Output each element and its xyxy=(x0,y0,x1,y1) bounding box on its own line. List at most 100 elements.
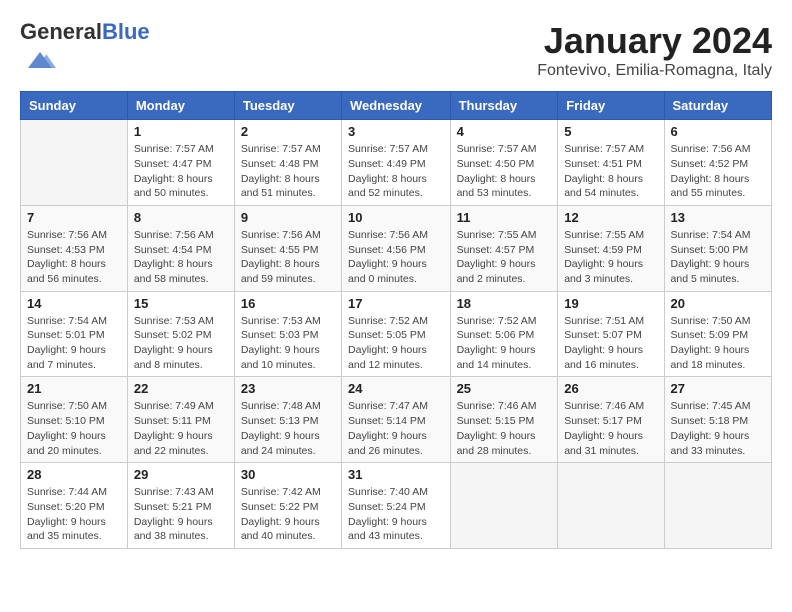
day-number: 11 xyxy=(457,210,552,225)
calendar-cell: 6 Sunrise: 7:56 AMSunset: 4:52 PMDaylight… xyxy=(664,120,771,206)
calendar-week-row: 21 Sunrise: 7:50 AMSunset: 5:10 PMDayligh… xyxy=(21,377,772,463)
day-info: Sunrise: 7:50 AMSunset: 5:09 PMDaylight:… xyxy=(671,314,765,373)
day-info: Sunrise: 7:46 AMSunset: 5:15 PMDaylight:… xyxy=(457,399,552,458)
calendar-cell xyxy=(664,463,771,549)
day-info: Sunrise: 7:45 AMSunset: 5:18 PMDaylight:… xyxy=(671,399,765,458)
day-number: 30 xyxy=(241,467,335,482)
day-info: Sunrise: 7:40 AMSunset: 5:24 PMDaylight:… xyxy=(348,485,444,544)
day-number: 26 xyxy=(564,381,657,396)
calendar-cell: 18 Sunrise: 7:52 AMSunset: 5:06 PMDayligh… xyxy=(450,291,558,377)
day-info: Sunrise: 7:55 AMSunset: 4:59 PMDaylight:… xyxy=(564,228,657,287)
day-number: 21 xyxy=(27,381,121,396)
day-number: 17 xyxy=(348,296,444,311)
day-info: Sunrise: 7:57 AMSunset: 4:49 PMDaylight:… xyxy=(348,142,444,201)
day-number: 25 xyxy=(457,381,552,396)
day-number: 4 xyxy=(457,124,552,139)
calendar-cell: 2Sunrise: 7:57 AMSunset: 4:48 PMDaylight… xyxy=(234,120,341,206)
day-info: Sunrise: 7:52 AMSunset: 5:05 PMDaylight:… xyxy=(348,314,444,373)
calendar-cell: 24 Sunrise: 7:47 AMSunset: 5:14 PMDayligh… xyxy=(342,377,451,463)
calendar-cell: 23 Sunrise: 7:48 AMSunset: 5:13 PMDayligh… xyxy=(234,377,341,463)
day-info: Sunrise: 7:52 AMSunset: 5:06 PMDaylight:… xyxy=(457,314,552,373)
calendar-cell: 17 Sunrise: 7:52 AMSunset: 5:05 PMDayligh… xyxy=(342,291,451,377)
calendar-cell: 29Sunrise: 7:43 AMSunset: 5:21 PMDayligh… xyxy=(127,463,234,549)
day-number: 19 xyxy=(564,296,657,311)
logo-icon xyxy=(24,44,56,76)
day-number: 5 xyxy=(564,124,657,139)
day-info: Sunrise: 7:56 AMSunset: 4:53 PMDaylight:… xyxy=(27,228,121,287)
calendar-cell: 25 Sunrise: 7:46 AMSunset: 5:15 PMDayligh… xyxy=(450,377,558,463)
day-info: Sunrise: 7:57 AMSunset: 4:50 PMDaylight:… xyxy=(457,142,552,201)
day-info: Sunrise: 7:56 AMSunset: 4:54 PMDaylight:… xyxy=(134,228,228,287)
page-header: GeneralBlue January 2024 Fontevivo, Emil… xyxy=(20,20,772,81)
calendar-cell: 22Sunrise: 7:49 AMSunset: 5:11 PMDayligh… xyxy=(127,377,234,463)
day-info: Sunrise: 7:50 AMSunset: 5:10 PMDaylight:… xyxy=(27,399,121,458)
logo-blue-text: Blue xyxy=(102,19,150,44)
calendar-cell: 1 Sunrise: 7:57 AMSunset: 4:47 PMDaylight… xyxy=(127,120,234,206)
day-info: Sunrise: 7:57 AMSunset: 4:51 PMDaylight:… xyxy=(564,142,657,201)
calendar-cell: 31 Sunrise: 7:40 AMSunset: 5:24 PMDayligh… xyxy=(342,463,451,549)
day-info: Sunrise: 7:53 AMSunset: 5:02 PMDaylight:… xyxy=(134,314,228,373)
day-info: Sunrise: 7:54 AMSunset: 5:01 PMDaylight:… xyxy=(27,314,121,373)
day-number: 8 xyxy=(134,210,228,225)
day-info: Sunrise: 7:44 AMSunset: 5:20 PMDaylight:… xyxy=(27,485,121,544)
day-number: 13 xyxy=(671,210,765,225)
day-number: 14 xyxy=(27,296,121,311)
day-info: Sunrise: 7:56 AMSunset: 4:52 PMDaylight:… xyxy=(671,142,765,201)
weekday-header: Friday xyxy=(558,92,664,120)
day-number: 18 xyxy=(457,296,552,311)
day-info: Sunrise: 7:54 AMSunset: 5:00 PMDaylight:… xyxy=(671,228,765,287)
calendar-cell: 8 Sunrise: 7:56 AMSunset: 4:54 PMDaylight… xyxy=(127,205,234,291)
calendar-cell xyxy=(21,120,128,206)
day-number: 24 xyxy=(348,381,444,396)
weekday-header: Wednesday xyxy=(342,92,451,120)
day-info: Sunrise: 7:47 AMSunset: 5:14 PMDaylight:… xyxy=(348,399,444,458)
month-title: January 2024 xyxy=(537,20,772,62)
day-info: Sunrise: 7:51 AMSunset: 5:07 PMDaylight:… xyxy=(564,314,657,373)
day-info: Sunrise: 7:56 AMSunset: 4:56 PMDaylight:… xyxy=(348,228,444,287)
calendar-cell: 20 Sunrise: 7:50 AMSunset: 5:09 PMDayligh… xyxy=(664,291,771,377)
calendar-cell: 21 Sunrise: 7:50 AMSunset: 5:10 PMDayligh… xyxy=(21,377,128,463)
weekday-header-row: SundayMondayTuesdayWednesdayThursdayFrid… xyxy=(21,92,772,120)
calendar-cell: 26 Sunrise: 7:46 AMSunset: 5:17 PMDayligh… xyxy=(558,377,664,463)
day-number: 12 xyxy=(564,210,657,225)
day-info: Sunrise: 7:42 AMSunset: 5:22 PMDaylight:… xyxy=(241,485,335,544)
calendar-cell: 11Sunrise: 7:55 AMSunset: 4:57 PMDayligh… xyxy=(450,205,558,291)
calendar-cell xyxy=(558,463,664,549)
day-info: Sunrise: 7:53 AMSunset: 5:03 PMDaylight:… xyxy=(241,314,335,373)
calendar-cell: 12 Sunrise: 7:55 AMSunset: 4:59 PMDayligh… xyxy=(558,205,664,291)
calendar-cell: 9Sunrise: 7:56 AMSunset: 4:55 PMDaylight… xyxy=(234,205,341,291)
weekday-header: Saturday xyxy=(664,92,771,120)
day-number: 6 xyxy=(671,124,765,139)
day-info: Sunrise: 7:56 AMSunset: 4:55 PMDaylight:… xyxy=(241,228,335,287)
calendar-cell: 28Sunrise: 7:44 AMSunset: 5:20 PMDayligh… xyxy=(21,463,128,549)
day-number: 29 xyxy=(134,467,228,482)
calendar-cell: 7 Sunrise: 7:56 AMSunset: 4:53 PMDaylight… xyxy=(21,205,128,291)
day-number: 16 xyxy=(241,296,335,311)
day-number: 2 xyxy=(241,124,335,139)
calendar-week-row: 7 Sunrise: 7:56 AMSunset: 4:53 PMDaylight… xyxy=(21,205,772,291)
calendar-week-row: 28Sunrise: 7:44 AMSunset: 5:20 PMDayligh… xyxy=(21,463,772,549)
day-number: 7 xyxy=(27,210,121,225)
weekday-header: Sunday xyxy=(21,92,128,120)
day-number: 3 xyxy=(348,124,444,139)
day-number: 1 xyxy=(134,124,228,139)
logo-general-text: General xyxy=(20,19,102,44)
day-info: Sunrise: 7:48 AMSunset: 5:13 PMDaylight:… xyxy=(241,399,335,458)
day-number: 15 xyxy=(134,296,228,311)
calendar-cell: 13 Sunrise: 7:54 AMSunset: 5:00 PMDayligh… xyxy=(664,205,771,291)
day-number: 31 xyxy=(348,467,444,482)
calendar-cell: 19 Sunrise: 7:51 AMSunset: 5:07 PMDayligh… xyxy=(558,291,664,377)
day-number: 27 xyxy=(671,381,765,396)
day-info: Sunrise: 7:57 AMSunset: 4:47 PMDaylight:… xyxy=(134,142,228,201)
location-subtitle: Fontevivo, Emilia-Romagna, Italy xyxy=(537,62,772,80)
calendar-cell: 15 Sunrise: 7:53 AMSunset: 5:02 PMDayligh… xyxy=(127,291,234,377)
day-info: Sunrise: 7:49 AMSunset: 5:11 PMDaylight:… xyxy=(134,399,228,458)
day-number: 20 xyxy=(671,296,765,311)
calendar-cell: 16 Sunrise: 7:53 AMSunset: 5:03 PMDayligh… xyxy=(234,291,341,377)
day-number: 10 xyxy=(348,210,444,225)
calendar-week-row: 14 Sunrise: 7:54 AMSunset: 5:01 PMDayligh… xyxy=(21,291,772,377)
weekday-header: Monday xyxy=(127,92,234,120)
calendar-cell: 14 Sunrise: 7:54 AMSunset: 5:01 PMDayligh… xyxy=(21,291,128,377)
day-info: Sunrise: 7:46 AMSunset: 5:17 PMDaylight:… xyxy=(564,399,657,458)
day-number: 23 xyxy=(241,381,335,396)
